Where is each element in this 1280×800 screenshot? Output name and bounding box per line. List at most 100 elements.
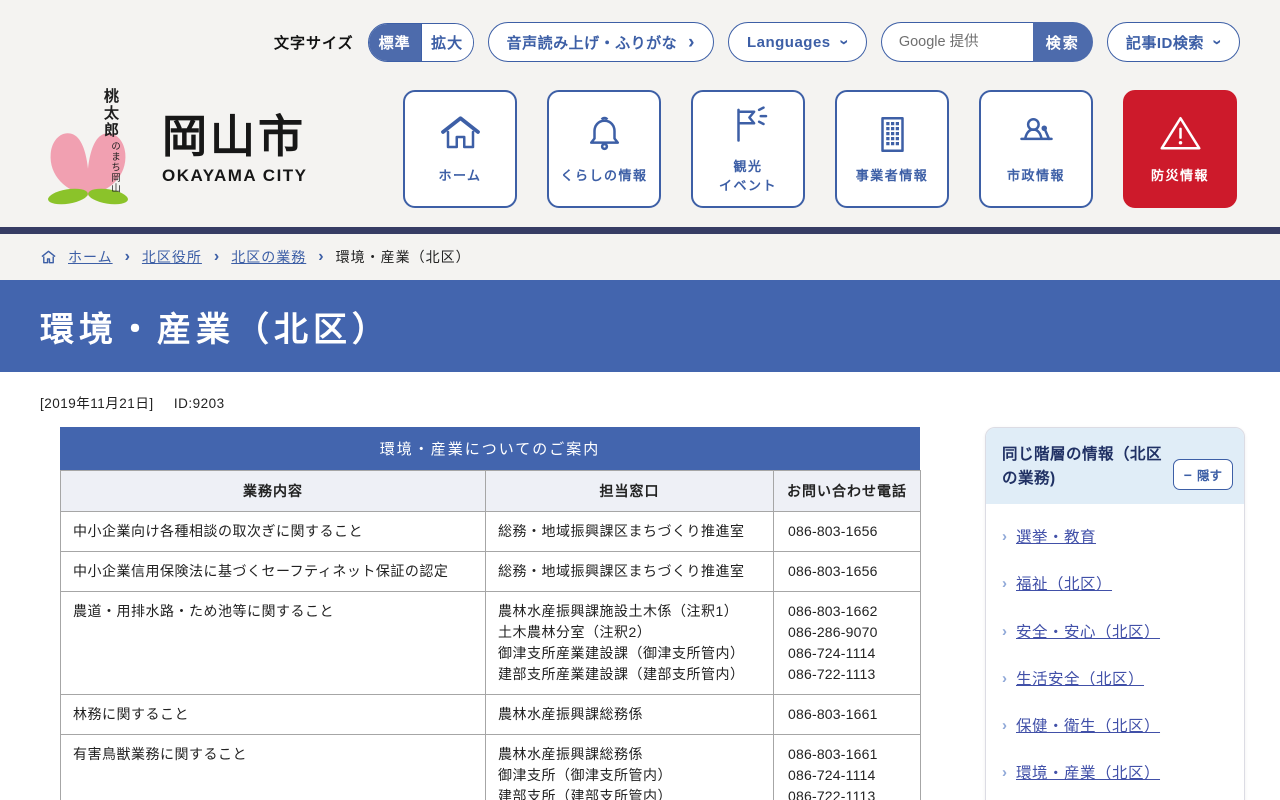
sidebar-link-item: › 福祉（北区） [1002, 561, 1228, 608]
cell-desk: 総務・地域振興課区まちづくり推進室 [485, 551, 774, 592]
nav-tourism-events-button[interactable]: 観光 イベント [691, 90, 805, 208]
nav-business-info-button[interactable]: 事業者情報 [835, 90, 949, 208]
breadcrumb-link[interactable]: 北区の業務 [231, 247, 306, 267]
sidebar-hide-label: 隠す [1196, 469, 1222, 483]
cell-phone: 086-803-1661 [773, 694, 921, 735]
main-content: [2019年11月21日] ID:9203 環境・産業についてのご案内 業務内容… [0, 372, 1280, 800]
nav-disaster-info-button[interactable]: 防災情報 [1123, 90, 1237, 208]
font-size-standard-button[interactable]: 標準 [368, 23, 421, 61]
languages-button[interactable]: Languages › [727, 22, 867, 62]
peach-logo-icon [48, 133, 128, 205]
logo-city-name-en: OKAYAMA CITY [162, 165, 308, 185]
table-row: 中小企業信用保険法に基づくセーフティネット保証の認定 総務・地域振興課区まちづくり… [60, 551, 921, 592]
chevron-right-icon: › [688, 31, 695, 53]
minus-icon: − [1183, 466, 1192, 483]
sidebar-link[interactable]: 保健・衛生（北区） [1016, 715, 1160, 738]
brand-row: 桃太郎 のまち岡山 岡山市 OKAYAMA CITY ホーム くらしの情報 観光… [0, 62, 1280, 212]
sidebar-link-item: › 環境・産業（北区） [1002, 750, 1228, 797]
chevron-right-icon: › [1002, 764, 1007, 782]
site-header: 文字サイズ 標準 拡大 音声読み上げ・ふりがな › Languages › 検索… [0, 0, 1280, 234]
nav-label: 観光 イベント [718, 158, 777, 194]
breadcrumb: ホーム › 北区役所 › 北区の業務 › 環境・産業（北区） [0, 234, 1280, 280]
font-size-label: 文字サイズ [274, 34, 354, 52]
cell-phone: 086-803-1662 086-286-9070 086-724-1114 086-… [773, 591, 921, 695]
page-title: 環境・産業（北区） [40, 310, 391, 349]
utility-toolbar: 文字サイズ 標準 拡大 音声読み上げ・ふりがな › Languages › 検索… [0, 0, 1280, 62]
column-header-task: 業務内容 [60, 470, 486, 512]
sidebar-link-item: › 安全・安心（北区） [1002, 609, 1228, 656]
table-row: 中小企業向け各種相談の取次ぎに関すること 総務・地域振興課区まちづくり推進室 086… [60, 511, 921, 552]
sidebar-link[interactable]: 安全・安心（北区） [1016, 621, 1160, 644]
logo-city-name: 岡山市 [162, 111, 307, 162]
home-icon [440, 116, 480, 149]
warning-icon [1160, 117, 1200, 150]
breadcrumb-separator: › [213, 248, 220, 265]
sidebar-title: 同じ階層の情報（北区の業務) [1002, 446, 1163, 488]
page: 文字サイズ 標準 拡大 音声読み上げ・ふりがな › Languages › 検索… [0, 0, 1280, 800]
logo-titles: 岡山市 OKAYAMA CITY [162, 112, 308, 186]
article-id-search-button[interactable]: 記事ID検索 › [1106, 22, 1240, 62]
breadcrumb-list: ホーム › 北区役所 › 北区の業務 › 環境・産業（北区） [68, 247, 471, 267]
cell-phone: 086-803-1656 [773, 511, 921, 552]
sidebar-link[interactable]: 生活安全（北区） [1016, 668, 1144, 691]
nav-city-government-button[interactable]: 市政情報 [979, 90, 1093, 208]
sidebar-link-item: › 選挙・教育 [1002, 514, 1228, 561]
sidebar-link[interactable]: 福祉（北区） [1016, 573, 1112, 596]
logo-vertical-main: 桃太郎 [102, 88, 119, 139]
voice-reading-label: 音声読み上げ・ふりがな [506, 34, 678, 52]
site-logo[interactable]: 桃太郎 のまち岡山 岡山市 OKAYAMA CITY [40, 88, 350, 212]
font-size-toggle: 標準 拡大 [367, 22, 474, 62]
flag-icon [736, 105, 767, 142]
breadcrumb-link[interactable]: 北区役所 [142, 247, 202, 267]
search-input[interactable] [880, 22, 1033, 62]
nav-living-info-button[interactable]: くらしの情報 [547, 90, 661, 208]
article-id: ID:9203 [173, 396, 225, 411]
site-search: 検索 [880, 22, 1093, 62]
building-icon [880, 117, 904, 153]
logo-vertical-text: 桃太郎 のまち岡山 [100, 88, 121, 206]
cell-phone: 086-803-1656 [773, 551, 921, 592]
sidebar-header: 同じ階層の情報（北区の業務) − 隠す [986, 428, 1244, 505]
related-links-sidebar: 同じ階層の情報（北区の業務) − 隠す › 選挙・教育 › 福祉（北区） › 安全・安心（… [985, 427, 1245, 800]
font-size-large-button[interactable]: 拡大 [420, 23, 473, 61]
sidebar-links-list: › 選挙・教育 › 福祉（北区） › 安全・安心（北区） › 生活安全（北区） › 保健・衛生（北… [986, 504, 1244, 800]
page-meta: [2019年11月21日] ID:9203 [0, 372, 1280, 412]
nav-label: ホーム [438, 168, 482, 184]
cell-desk: 農林水産振興課総務係 御津支所（御津支所管内） 建部支所（建部支所管内） [485, 734, 774, 800]
chevron-down-icon: › [1208, 38, 1228, 46]
sidebar-link[interactable]: 選挙・教育 [1016, 526, 1096, 549]
cell-desk: 農林水産振興課総務係 [485, 694, 774, 735]
voice-reading-button[interactable]: 音声読み上げ・ふりがな › [487, 22, 714, 62]
nav-label: 市政情報 [1006, 168, 1065, 184]
table-header-row: 業務内容 担当窓口 お問い合わせ電話 [60, 470, 921, 512]
header-divider [0, 227, 1280, 234]
table-caption: 環境・産業についてのご案内 [60, 427, 920, 470]
chevron-down-icon: › [835, 38, 855, 46]
chevron-right-icon: › [1002, 669, 1007, 687]
table-row: 農道・用排水路・ため池等に関すること 農林水産振興課施設土木係（注釈1） 土木農林分… [60, 591, 921, 695]
publish-date: [2019年11月21日] [40, 396, 154, 411]
nav-home-button[interactable]: ホーム [403, 90, 517, 208]
sidebar-link[interactable]: 環境・産業（北区） [1016, 762, 1160, 785]
main-nav: ホーム くらしの情報 観光 イベント 事業者情報 市政情報 防災情報 [403, 90, 1237, 208]
reception-icon [1019, 118, 1053, 141]
breadcrumb-separator: › [318, 248, 324, 265]
logo-vertical-sub: のまち岡山 [109, 141, 120, 194]
cell-desk: 総務・地域振興課区まちづくり推進室 [485, 511, 774, 552]
search-button[interactable]: 検索 [1032, 22, 1093, 62]
chevron-right-icon: › [1002, 622, 1007, 640]
cell-task: 中小企業向け各種相談の取次ぎに関すること [60, 511, 486, 552]
page-title-banner: 環境・産業（北区） [0, 280, 1280, 372]
table-row: 林務に関すること 農林水産振興課総務係 086-803-1661 [60, 694, 921, 735]
cell-desk: 農林水産振興課施設土木係（注釈1） 土木農林分室（注釈2） 御津支所産業建設課（御津… [485, 591, 774, 695]
cell-phone: 086-803-1661 086-724-1114 086-722-1113 [773, 734, 921, 800]
breadcrumb-separator: › [124, 248, 130, 265]
breadcrumb-link[interactable]: ホーム [68, 247, 113, 267]
article-id-search-label: 記事ID検索 [1125, 34, 1204, 52]
chevron-right-icon: › [1002, 528, 1007, 546]
cell-task: 林務に関すること [60, 694, 486, 735]
bell-icon [589, 117, 619, 151]
sidebar-hide-button[interactable]: − 隠す [1172, 459, 1233, 490]
cell-task: 中小企業信用保険法に基づくセーフティネット保証の認定 [60, 551, 486, 592]
sidebar-link-item: › 保健・衛生（北区） [1002, 703, 1228, 750]
